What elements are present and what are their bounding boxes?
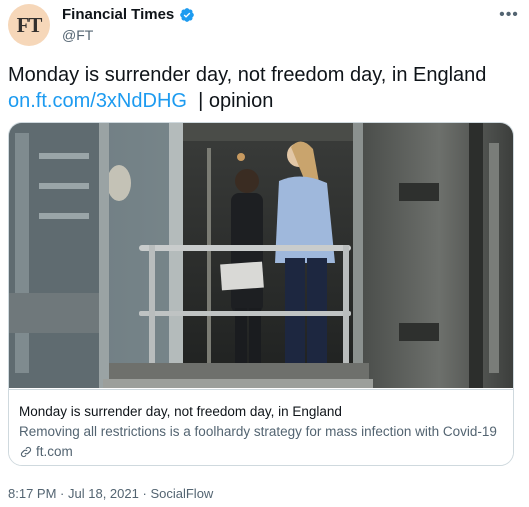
card-domain-text: ft.com <box>36 444 73 459</box>
link-preview-card[interactable]: Monday is surrender day, not freedom day… <box>8 122 514 466</box>
card-description: Removing all restrictions is a foolhardy… <box>19 424 497 439</box>
card-title: Monday is surrender day, not freedom day… <box>19 404 342 419</box>
meta-separator: · <box>60 486 65 501</box>
tweet-text: Monday is surrender day, not freedom day… <box>8 62 520 114</box>
tweet-date[interactable]: Jul 18, 2021 <box>68 486 139 501</box>
link-icon <box>20 446 32 457</box>
author-handle[interactable]: @FT <box>62 27 195 43</box>
tweet-link[interactable]: on.ft.com/3xNdDHG <box>8 90 187 112</box>
tweet-time[interactable]: 8:17 PM <box>8 486 56 501</box>
card-domain: ft.com <box>19 444 73 459</box>
author-name[interactable]: Financial Times <box>62 6 174 23</box>
author-block: Financial Times @FT <box>62 6 195 43</box>
tweet-text-line-2: on.ft.com/3xNdDHG | opinion <box>8 88 520 114</box>
author-name-row: Financial Times <box>62 6 195 23</box>
more-options-button[interactable]: ••• <box>496 4 522 26</box>
more-options-icon: ••• <box>499 6 519 23</box>
avatar-logo-text: FT <box>16 12 43 37</box>
tweet-text-line: Monday is surrender day, not freedom day… <box>8 64 487 86</box>
tweet-suffix: | opinion <box>198 90 274 112</box>
meta-separator-2: · <box>142 486 147 501</box>
card-info: Monday is surrender day, not freedom day… <box>9 389 513 465</box>
verified-badge-icon <box>180 7 195 22</box>
tweet-source[interactable]: SocialFlow <box>150 486 213 501</box>
card-image <box>9 123 513 388</box>
tweet-meta: 8:17 PM · Jul 18, 2021 · SocialFlow <box>8 486 213 501</box>
author-avatar[interactable]: FT <box>8 4 50 46</box>
